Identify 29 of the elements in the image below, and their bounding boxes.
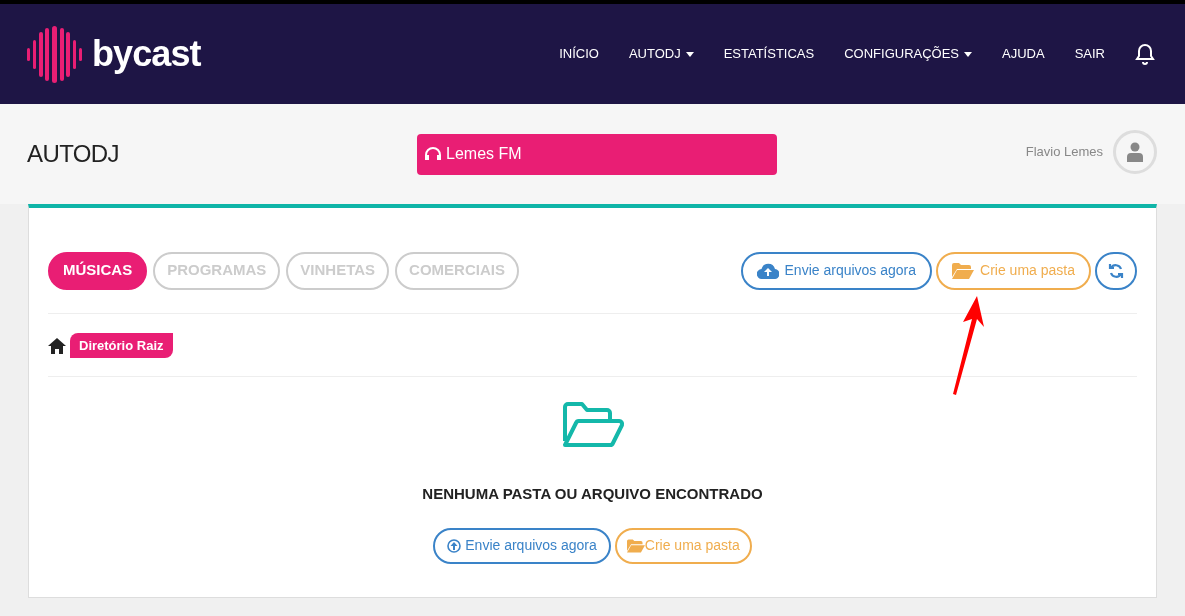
headphones-icon <box>424 146 442 162</box>
user-name: Flavio Lemes <box>1025 143 1103 162</box>
home-icon[interactable] <box>48 338 66 354</box>
refresh-icon <box>1108 262 1124 279</box>
caret-icon <box>964 51 973 57</box>
upload-button[interactable]: Envie arquivos agora <box>433 527 611 564</box>
notification-bell-icon[interactable] <box>1135 43 1155 65</box>
page-title: AUTODJ <box>27 139 120 169</box>
nav-link[interactable]: INÍCIO <box>559 44 599 64</box>
nav-dropdown[interactable]: CONFIGURAÇÕES <box>844 44 973 64</box>
nav-link[interactable]: SAIR <box>1074 44 1105 64</box>
nav-dropdown[interactable]: AUTODJ <box>628 44 694 64</box>
station-selector[interactable]: Lemes FM <box>417 133 777 175</box>
empty-message: NENHUMA PASTA OU ARQUIVO ENCONTRADO <box>422 484 763 504</box>
folder-icon <box>952 262 975 279</box>
breadcrumb-link[interactable]: Diretório Raiz <box>70 332 173 358</box>
category-tab[interactable]: MÚSICAS <box>48 251 148 290</box>
person-icon <box>1127 142 1143 162</box>
folder-icon <box>626 538 645 553</box>
logo-icon <box>27 25 82 83</box>
caret-icon <box>685 51 694 57</box>
cloud-upload-icon <box>756 262 779 279</box>
nav-link[interactable]: AJUDA <box>1002 44 1045 64</box>
open-folder-icon <box>560 401 625 449</box>
user-avatar[interactable] <box>1113 130 1157 174</box>
brand-name: bycast <box>92 32 201 76</box>
refresh-button[interactable] <box>1095 251 1137 290</box>
upload-button[interactable]: Envie arquivos agora <box>740 251 933 290</box>
nav-link[interactable]: ESTATÍSTICAS <box>723 44 815 64</box>
